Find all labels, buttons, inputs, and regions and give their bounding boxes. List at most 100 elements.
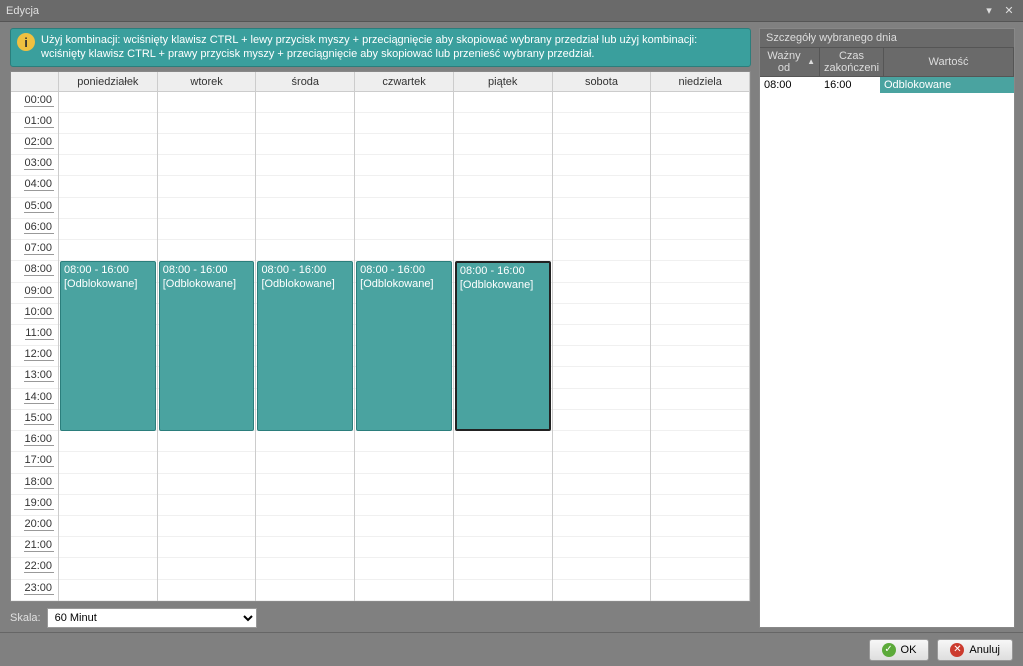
hour-cell[interactable]: [553, 346, 651, 367]
hour-cell[interactable]: [158, 92, 256, 113]
hour-cell[interactable]: [355, 176, 453, 197]
hour-cell[interactable]: [553, 134, 651, 155]
hour-cell[interactable]: [651, 198, 749, 219]
hour-cell[interactable]: [158, 176, 256, 197]
hour-cell[interactable]: [158, 240, 256, 261]
hour-cell[interactable]: [651, 367, 749, 388]
hour-cell[interactable]: [158, 113, 256, 134]
hour-cell[interactable]: [454, 134, 552, 155]
hour-cell[interactable]: [256, 495, 354, 516]
hour-cell[interactable]: [454, 580, 552, 601]
hour-cell[interactable]: [355, 155, 453, 176]
hour-cell[interactable]: [651, 176, 749, 197]
cancel-button[interactable]: ✕ Anuluj: [937, 639, 1013, 661]
calendar-event[interactable]: 08:00 - 16:00[Odblokowane]: [159, 261, 255, 431]
hour-cell[interactable]: [553, 474, 651, 495]
calendar-event[interactable]: 08:00 - 16:00[Odblokowane]: [455, 261, 551, 431]
hour-cell[interactable]: [454, 198, 552, 219]
hour-cell[interactable]: [553, 367, 651, 388]
hour-cell[interactable]: [651, 283, 749, 304]
hour-cell[interactable]: [256, 198, 354, 219]
hour-cell[interactable]: [59, 431, 157, 452]
hour-cell[interactable]: [553, 92, 651, 113]
hour-cell[interactable]: [256, 474, 354, 495]
day-header[interactable]: sobota: [553, 72, 652, 91]
hour-cell[interactable]: [59, 240, 157, 261]
hour-cell[interactable]: [454, 516, 552, 537]
hour-cell[interactable]: [651, 452, 749, 473]
hour-cell[interactable]: [355, 219, 453, 240]
hour-cell[interactable]: [158, 134, 256, 155]
hour-cell[interactable]: [59, 537, 157, 558]
hour-cell[interactable]: [158, 580, 256, 601]
col-from[interactable]: Ważny od ▲: [760, 48, 820, 76]
hour-cell[interactable]: [59, 176, 157, 197]
day-header[interactable]: czwartek: [355, 72, 454, 91]
hour-cell[interactable]: [355, 495, 453, 516]
hour-cell[interactable]: [355, 580, 453, 601]
hour-cell[interactable]: [553, 155, 651, 176]
day-column[interactable]: 08:00 - 16:00[Odblokowane]: [355, 92, 454, 601]
hour-cell[interactable]: [651, 580, 749, 601]
hour-cell[interactable]: [256, 580, 354, 601]
hour-cell[interactable]: [158, 155, 256, 176]
hour-cell[interactable]: [59, 516, 157, 537]
hour-cell[interactable]: [355, 134, 453, 155]
hour-cell[interactable]: [158, 516, 256, 537]
hour-cell[interactable]: [158, 219, 256, 240]
hour-cell[interactable]: [355, 198, 453, 219]
hour-cell[interactable]: [355, 516, 453, 537]
hour-cell[interactable]: [651, 261, 749, 282]
hour-cell[interactable]: [256, 176, 354, 197]
hour-cell[interactable]: [355, 558, 453, 579]
hour-cell[interactable]: [553, 389, 651, 410]
hour-cell[interactable]: [59, 155, 157, 176]
hour-cell[interactable]: [553, 325, 651, 346]
hour-cell[interactable]: [454, 495, 552, 516]
day-column[interactable]: [651, 92, 750, 601]
hour-cell[interactable]: [59, 452, 157, 473]
hour-cell[interactable]: [256, 558, 354, 579]
details-header[interactable]: Ważny od ▲ Czas zakończeni Wartość: [760, 48, 1014, 77]
day-column[interactable]: 08:00 - 16:00[Odblokowane]: [454, 92, 553, 601]
hour-cell[interactable]: [355, 537, 453, 558]
hour-cell[interactable]: [256, 516, 354, 537]
hour-cell[interactable]: [158, 198, 256, 219]
calendar-event[interactable]: 08:00 - 16:00[Odblokowane]: [60, 261, 156, 431]
hour-cell[interactable]: [651, 219, 749, 240]
hour-cell[interactable]: [256, 452, 354, 473]
hour-cell[interactable]: [651, 516, 749, 537]
hour-cell[interactable]: [59, 580, 157, 601]
hour-cell[interactable]: [355, 474, 453, 495]
hour-cell[interactable]: [553, 261, 651, 282]
hour-cell[interactable]: [553, 516, 651, 537]
hour-cell[interactable]: [355, 113, 453, 134]
hour-cell[interactable]: [59, 92, 157, 113]
hour-cell[interactable]: [59, 558, 157, 579]
day-column[interactable]: [553, 92, 652, 601]
day-column[interactable]: 08:00 - 16:00[Odblokowane]: [59, 92, 158, 601]
hour-cell[interactable]: [454, 537, 552, 558]
hour-cell[interactable]: [553, 410, 651, 431]
hour-cell[interactable]: [355, 92, 453, 113]
hour-cell[interactable]: [158, 452, 256, 473]
minimize-icon[interactable]: ▾: [981, 3, 997, 19]
day-header[interactable]: niedziela: [651, 72, 750, 91]
hour-cell[interactable]: [553, 219, 651, 240]
hour-cell[interactable]: [454, 176, 552, 197]
hour-cell[interactable]: [256, 240, 354, 261]
hour-cell[interactable]: [651, 155, 749, 176]
hour-cell[interactable]: [355, 452, 453, 473]
grid-body[interactable]: 08:00 - 16:00[Odblokowane]08:00 - 16:00[…: [59, 92, 750, 601]
hour-cell[interactable]: [553, 113, 651, 134]
hour-cell[interactable]: [651, 495, 749, 516]
hour-cell[interactable]: [553, 580, 651, 601]
hour-cell[interactable]: [256, 219, 354, 240]
close-icon[interactable]: ✕: [1001, 3, 1017, 19]
hour-cell[interactable]: [59, 474, 157, 495]
hour-cell[interactable]: [553, 495, 651, 516]
day-column[interactable]: 08:00 - 16:00[Odblokowane]: [158, 92, 257, 601]
hour-cell[interactable]: [651, 325, 749, 346]
hour-cell[interactable]: [454, 113, 552, 134]
hour-cell[interactable]: [158, 558, 256, 579]
